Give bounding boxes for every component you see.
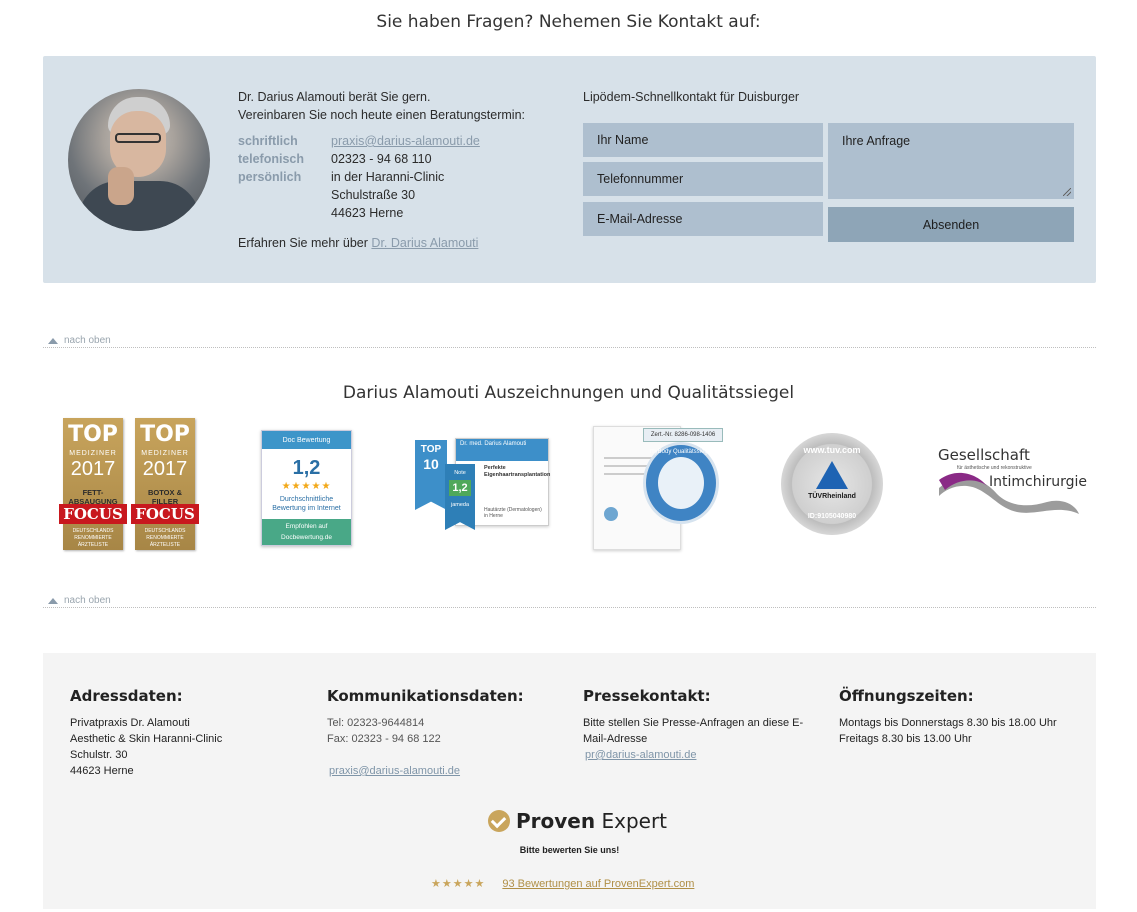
- focus-badge-botox: TOP MEDIZINER 2017 BOTOX & FILLER FOCUS …: [131, 418, 199, 550]
- provenexpert-rate-text: Bitte bewerten Sie uns!: [519, 845, 620, 855]
- provenexpert-brand-bold: Proven: [516, 809, 596, 833]
- docbewertung-stars: ★★★★★: [281, 481, 332, 492]
- tuv-name: TÜVRheinland: [808, 493, 856, 500]
- tuv-url: www.tuv.com: [803, 445, 861, 455]
- phone-placeholder: Telefonnummer: [597, 172, 684, 186]
- phone-value: 02323 - 94 68 110: [331, 152, 432, 166]
- avatar: [68, 89, 210, 231]
- chevron-up-icon: [48, 337, 58, 344]
- submit-button[interactable]: Absenden: [828, 207, 1074, 242]
- checkmark-icon: [488, 810, 510, 832]
- jameda-note-ribbon: Note 1,2 jameda: [445, 464, 475, 530]
- back-to-top-label: nach oben: [64, 335, 111, 346]
- more-about: Erfahren Sie mehr über Dr. Darius Alamou…: [238, 236, 478, 250]
- footer-press: Pressekontakt: Bitte stellen Sie Presse-…: [583, 687, 823, 763]
- jameda-seal: Dr. med. Darius Alamouti Perfekte Eigenh…: [415, 438, 555, 534]
- address-line: Schulstr. 30: [70, 749, 128, 761]
- footer-email-link[interactable]: praxis@darius-alamouti.de: [329, 765, 460, 777]
- name-placeholder: Ihr Name: [597, 133, 649, 147]
- footer-hours: Öffnungszeiten: Montags bis Donnerstags …: [839, 687, 1057, 747]
- awards-heading: Darius Alamouti Auszeichnungen und Quali…: [342, 383, 795, 403]
- more-about-link[interactable]: Dr. Darius Alamouti: [371, 236, 478, 250]
- more-about-text: Erfahren Sie mehr über: [238, 236, 368, 250]
- address-line-3: 44623 Herne: [331, 206, 404, 220]
- footer-tel: Tel: 02323-9644814: [327, 717, 425, 729]
- tuv-seal: www.tuv.com TÜVRheinland ID:9105040980: [781, 433, 883, 535]
- docbewertung-header: Doc Bewertung: [262, 431, 351, 449]
- chevron-up-icon: [48, 597, 58, 604]
- back-to-top-link[interactable]: nach oben: [48, 335, 111, 346]
- footer-press-email-link[interactable]: pr@darius-alamouti.de: [585, 749, 696, 761]
- footer-fax: Fax: 02323 - 94 68 122: [327, 733, 441, 745]
- contact-heading: Sie haben Fragen? Nehemen Sie Kontakt au…: [376, 12, 761, 32]
- email-link[interactable]: praxis@darius-alamouti.de: [331, 134, 480, 148]
- footer-communication-title: Kommunikationsdaten:: [327, 687, 524, 705]
- label-personal: persönlich: [238, 170, 302, 184]
- email-field[interactable]: E-Mail-Adresse: [583, 202, 823, 236]
- name-field[interactable]: Ihr Name: [583, 123, 823, 157]
- request-textarea[interactable]: Ihre Anfrage: [828, 123, 1074, 199]
- footer-hours-title: Öffnungszeiten:: [839, 687, 974, 705]
- divider: [43, 347, 1096, 348]
- focus-badge-fettabsaugung: TOP MEDIZINER 2017 FETT-ABSAUGUNG FOCUS …: [59, 418, 127, 550]
- intro-line-2: Vereinbaren Sie noch heute einen Beratun…: [238, 108, 525, 122]
- label-phone: telefonisch: [238, 152, 304, 166]
- tuv-id: ID:9105040980: [807, 513, 857, 520]
- intro-line-1: Dr. Darius Alamouti berät Sie gern.: [238, 90, 431, 104]
- email-placeholder: E-Mail-Adresse: [597, 212, 683, 226]
- label-written: schriftlich: [238, 134, 298, 148]
- tuv-triangle-icon: [816, 461, 848, 489]
- request-placeholder: Ihre Anfrage: [842, 134, 911, 148]
- footer: Adressdaten: Privatpraxis Dr. Alamouti A…: [43, 653, 1096, 909]
- mybody-seal: Zert.-Nr. 8286-098-1406 myBody Qualitäts…: [593, 426, 723, 550]
- address-line-1: in der Haranni-Clinic: [331, 170, 445, 184]
- back-to-top-link[interactable]: nach oben: [48, 595, 111, 606]
- mybody-ring: myBody Qualitätssiegel: [643, 442, 719, 524]
- back-to-top-label: nach oben: [64, 595, 111, 606]
- provenexpert-logo[interactable]: Proven Expert: [488, 809, 667, 833]
- footer-hours-line: Freitags 8.30 bis 13.00 Uhr: [839, 733, 972, 745]
- address-line: 44623 Herne: [70, 765, 134, 777]
- divider: [43, 607, 1096, 608]
- footer-hours-line: Montags bis Donnerstags 8.30 bis 18.00 U…: [839, 717, 1057, 729]
- form-title: Lipödem-Schnellkontakt für Duisburger: [583, 90, 800, 104]
- footer-press-text: Bitte stellen Sie Presse-Anfragen an die…: [583, 717, 804, 729]
- footer-communication: Kommunikationsdaten: Tel: 02323-9644814 …: [327, 687, 524, 779]
- address-line-2: Schulstraße 30: [331, 188, 416, 202]
- docbewertung-score: 1,2: [292, 457, 321, 479]
- intimchirurgie-logo: Gesellschaft für ästhetische und rekonst…: [937, 446, 1087, 516]
- footer-address-title: Adressdaten:: [70, 687, 183, 705]
- provenexpert-brand-light: Expert: [601, 809, 668, 833]
- address-line: Privatpraxis Dr. Alamouti: [70, 717, 190, 729]
- mybody-cert-no: Zert.-Nr. 8286-098-1406: [643, 428, 723, 442]
- provenexpert-reviews-link[interactable]: 93 Bewertungen auf ProvenExpert.com: [502, 878, 694, 890]
- jameda-top10-ribbon: TOP 10: [415, 440, 447, 510]
- phone-field[interactable]: Telefonnummer: [583, 162, 823, 196]
- footer-press-title: Pressekontakt:: [583, 687, 711, 705]
- docbewertung-text: Durchschnittliche Bewertung im Internet: [272, 496, 341, 512]
- provenexpert-rating: ★★★★★ 93 Bewertungen auf ProvenExpert.co…: [431, 877, 694, 890]
- footer-address: Adressdaten: Privatpraxis Dr. Alamouti A…: [70, 687, 222, 779]
- footer-press-text: Mail-Adresse: [583, 733, 648, 745]
- docbewertung-seal: Doc Bewertung 1,2 ★★★★★ Durchschnittlich…: [261, 430, 352, 546]
- docbewertung-footer: Empfohlen auf Docbewertung.de: [262, 519, 351, 545]
- contact-box: Dr. Darius Alamouti berät Sie gern. Vere…: [43, 56, 1096, 283]
- resize-handle-icon[interactable]: [1063, 188, 1071, 196]
- address-line: Aesthetic & Skin Haranni-Clinic: [70, 733, 223, 745]
- contact-intro: Dr. Darius Alamouti berät Sie gern. Vere…: [238, 88, 525, 124]
- star-rating-icon: ★★★★★: [431, 878, 486, 890]
